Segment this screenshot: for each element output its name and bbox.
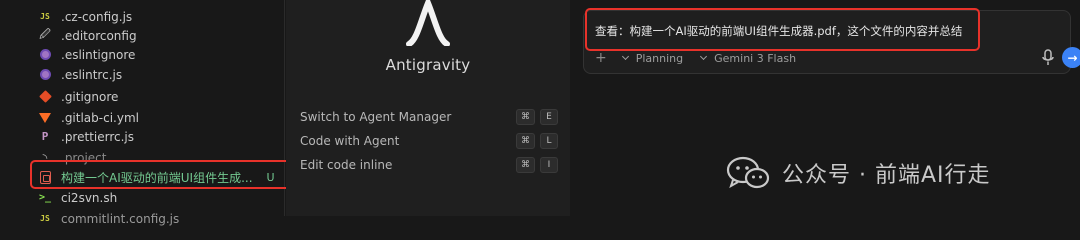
key-letter: E <box>540 109 558 125</box>
file-name: .cz-config.js <box>61 9 133 24</box>
add-context-icon[interactable]: + <box>595 50 607 66</box>
file-item-commitlint[interactable]: JS commitlint.config.js <box>38 209 179 228</box>
git-file-icon <box>38 90 52 104</box>
key-command: ⌘ <box>516 109 535 125</box>
shortcut-code-with-agent[interactable]: Code with Agent ⌘ L <box>300 131 558 151</box>
shortcut-label: Code with Agent <box>300 134 400 148</box>
file-name: .prettierrc.js <box>61 129 135 144</box>
shortcut-edit-code-inline[interactable]: Edit code inline ⌘ I <box>300 155 558 175</box>
file-item-eslintrc[interactable]: .eslintrc.js <box>38 65 122 84</box>
chevron-down-icon <box>700 52 708 61</box>
eslint-file-icon <box>38 48 52 62</box>
highlight-box-prompt <box>585 8 980 51</box>
mode-dropdown[interactable]: Planning <box>621 52 683 65</box>
microphone-icon[interactable] <box>1041 49 1055 67</box>
key-letter: L <box>540 133 558 149</box>
file-item-ci2svn[interactable]: >_ ci2svn.sh <box>38 188 117 207</box>
watermark-text: 公众号 · 前端AI行走 <box>782 163 991 188</box>
javascript-file-icon: JS <box>40 12 50 21</box>
app-name: Antigravity <box>385 56 471 74</box>
model-dropdown[interactable]: Gemini 3 Flash <box>699 52 796 65</box>
file-name: .gitlab-ci.yml <box>61 110 139 125</box>
shortcut-label: Switch to Agent Manager <box>300 110 452 124</box>
mode-label: Planning <box>635 51 684 65</box>
file-name: .editorconfig <box>61 28 137 43</box>
file-item-eslintignore[interactable]: .eslintignore <box>38 45 135 64</box>
key-letter: I <box>540 157 558 173</box>
gitlab-file-icon <box>38 111 52 125</box>
antigravity-logo-icon <box>406 0 450 46</box>
chat-toolbar: + Planning Gemini 3 Flash <box>595 50 812 66</box>
wechat-icon <box>726 156 770 189</box>
file-item-cz-config[interactable]: JS .cz-config.js <box>38 7 132 26</box>
shortcut-label: Edit code inline <box>300 158 393 172</box>
file-name: ci2svn.sh <box>61 190 118 205</box>
key-command: ⌘ <box>516 157 535 173</box>
file-item-gitignore[interactable]: .gitignore <box>38 87 118 106</box>
send-button[interactable]: → <box>1062 47 1080 68</box>
editorconfig-file-icon: 🖉 <box>39 28 51 41</box>
prettier-file-icon: P <box>41 130 49 143</box>
file-name: .eslintignore <box>61 47 136 62</box>
file-name: .eslintrc.js <box>61 67 123 82</box>
file-explorer: JS .cz-config.js 🖉 .editorconfig .eslint… <box>0 0 340 226</box>
key-command: ⌘ <box>516 133 535 149</box>
file-item-prettierrc[interactable]: P .prettierrc.js <box>38 127 134 146</box>
shell-file-icon: >_ <box>38 192 52 203</box>
chevron-down-icon <box>621 52 629 61</box>
agent-chat-panel: 查看：构建一个AI驱动的前端UI组件生成器.pdf，这个文件的内容并总结 + P… <box>571 0 1080 216</box>
file-item-editorconfig[interactable]: 🖉 .editorconfig <box>38 26 137 45</box>
javascript-file-icon: JS <box>40 214 50 223</box>
file-name: commitlint.config.js <box>61 211 180 226</box>
welcome-panel: Antigravity Switch to Agent Manager ⌘ E … <box>286 0 570 216</box>
model-label: Gemini 3 Flash <box>714 51 797 65</box>
shortcut-switch-agent-manager[interactable]: Switch to Agent Manager ⌘ E <box>300 107 558 127</box>
wechat-watermark: 公众号 · 前端AI行走 <box>726 155 991 191</box>
file-item-gitlab-ci[interactable]: .gitlab-ci.yml <box>38 108 139 127</box>
file-name: .gitignore <box>61 89 119 104</box>
eslint-file-icon <box>38 68 52 82</box>
